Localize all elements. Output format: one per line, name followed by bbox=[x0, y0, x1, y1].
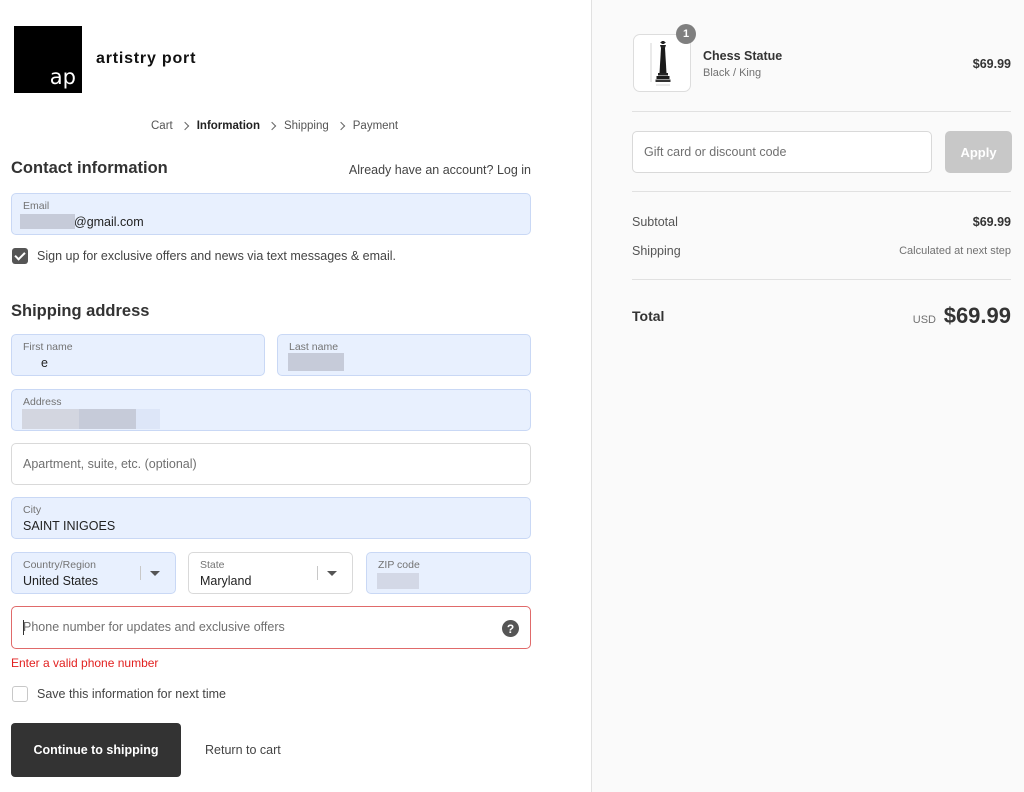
city-value: SAINT INIGOES bbox=[23, 519, 116, 533]
zip-field[interactable]: ZIP code bbox=[366, 552, 531, 594]
redacted-address-part3 bbox=[136, 409, 160, 429]
apartment-placeholder: Apartment, suite, etc. (optional) bbox=[23, 457, 197, 471]
chevron-right-icon bbox=[267, 121, 277, 131]
city-label: City bbox=[23, 504, 42, 516]
total-label: Total bbox=[632, 308, 665, 324]
breadcrumb-shipping: Shipping bbox=[283, 120, 329, 132]
divider bbox=[632, 191, 1011, 192]
phone-error-message: Enter a valid phone number bbox=[11, 656, 159, 670]
marketing-checkbox-label: Sign up for exclusive offers and news vi… bbox=[37, 249, 396, 263]
redacted-email-user bbox=[20, 214, 75, 229]
save-info-row[interactable]: Save this information for next time bbox=[12, 686, 226, 702]
total-amount: $69.99 bbox=[943, 303, 1011, 328]
shipping-value: Calculated at next step bbox=[899, 245, 1011, 257]
login-link[interactable]: Already have an account? Log in bbox=[349, 163, 531, 177]
caret-down-icon bbox=[317, 553, 347, 593]
contact-section-title: Contact information bbox=[11, 159, 168, 177]
last-name-label: Last name bbox=[289, 341, 339, 353]
shipping-label: Shipping bbox=[632, 244, 681, 258]
divider bbox=[632, 279, 1011, 280]
apartment-field[interactable]: Apartment, suite, etc. (optional) bbox=[11, 443, 531, 485]
first-name-label: First name bbox=[23, 341, 73, 353]
city-field[interactable]: City SAINT INIGOES bbox=[11, 497, 531, 539]
phone-placeholder: Phone number for updates and exclusive o… bbox=[23, 620, 285, 634]
store-name[interactable]: artistry port bbox=[96, 50, 196, 68]
store-logo[interactable]: ap bbox=[14, 26, 82, 93]
state-select[interactable]: State Maryland bbox=[188, 552, 353, 594]
total-currency: USD bbox=[912, 314, 936, 326]
breadcrumb: Cart Information Shipping Payment bbox=[151, 120, 398, 132]
first-name-field[interactable]: First name e bbox=[11, 334, 265, 376]
email-field[interactable]: Email @gmail.com bbox=[11, 193, 531, 235]
breadcrumb-cart[interactable]: Cart bbox=[151, 120, 173, 132]
discount-placeholder: Gift card or discount code bbox=[644, 145, 787, 159]
phone-field[interactable]: Phone number for updates and exclusive o… bbox=[11, 606, 531, 649]
subtotal-label: Subtotal bbox=[632, 215, 678, 229]
redacted-zip bbox=[377, 573, 419, 589]
product-name: Chess Statue bbox=[703, 49, 783, 63]
email-label: Email bbox=[23, 200, 50, 212]
marketing-optin-row[interactable]: Sign up for exclusive offers and news vi… bbox=[12, 248, 396, 264]
discount-code-input[interactable]: Gift card or discount code bbox=[632, 131, 932, 173]
quantity-badge: 1 bbox=[676, 24, 696, 44]
country-label: Country/Region bbox=[23, 559, 96, 571]
divider bbox=[632, 111, 1011, 112]
country-value: United States bbox=[23, 574, 99, 588]
order-summary: 1 Chess Statue Black / King $69.99 Gift … bbox=[591, 0, 1024, 792]
chevron-right-icon bbox=[180, 121, 189, 131]
help-icon[interactable]: ? bbox=[502, 620, 519, 637]
address-label: Address bbox=[23, 396, 62, 408]
zip-label: ZIP code bbox=[378, 559, 420, 571]
breadcrumb-payment: Payment bbox=[352, 120, 399, 132]
product-variant: Black / King bbox=[703, 67, 762, 79]
country-select[interactable]: Country/Region United States bbox=[11, 552, 176, 594]
subtotal-value: $69.99 bbox=[972, 215, 1011, 229]
return-to-cart-link[interactable]: Return to cart bbox=[205, 743, 281, 757]
continue-to-shipping-button[interactable]: Continue to shipping bbox=[11, 723, 181, 777]
breadcrumb-information: Information bbox=[196, 120, 260, 132]
product-price: $69.99 bbox=[972, 57, 1011, 71]
save-info-label: Save this information for next time bbox=[37, 687, 226, 701]
checkout-main: ap artistry port Cart Information Shippi… bbox=[0, 0, 591, 792]
email-value: @gmail.com bbox=[74, 215, 144, 229]
caret-down-icon bbox=[140, 553, 170, 593]
marketing-checkbox[interactable] bbox=[12, 248, 28, 264]
redacted-last-name bbox=[288, 353, 344, 371]
redacted-address-part2 bbox=[79, 409, 136, 429]
address-field[interactable]: Address bbox=[11, 389, 531, 431]
first-name-value: e bbox=[41, 356, 48, 370]
last-name-field[interactable]: Last name bbox=[277, 334, 531, 376]
shipping-section-title: Shipping address bbox=[11, 302, 150, 320]
save-info-checkbox[interactable] bbox=[12, 686, 28, 702]
state-label: State bbox=[200, 559, 225, 571]
state-value: Maryland bbox=[200, 574, 252, 588]
chevron-right-icon bbox=[336, 121, 345, 131]
apply-discount-button[interactable]: Apply bbox=[945, 131, 1012, 173]
redacted-address-part1 bbox=[22, 409, 79, 429]
logo-monogram: ap bbox=[49, 65, 76, 89]
